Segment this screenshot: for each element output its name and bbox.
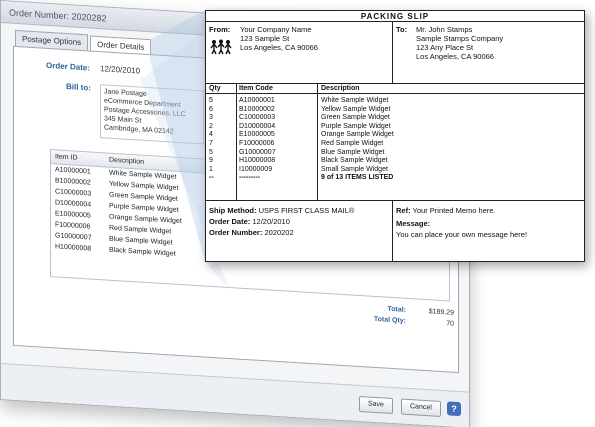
to-line: 123 Any Place St: [416, 43, 474, 52]
slip-code: B10000002: [239, 105, 275, 113]
slip-code: A10000001: [239, 97, 275, 104]
ref-label: Ref:: [396, 206, 411, 215]
ref-info: Ref: Your Printed Memo here. Message: Yo…: [396, 205, 527, 240]
order-totals: Total: $189.29 Total Qty: 70: [344, 303, 454, 334]
bill-to-address[interactable]: Jane Postage eCommerce Department Postag…: [100, 84, 204, 145]
slip-row: 5 G10000007 Blue Sample Widget: [206, 149, 584, 158]
slip-desc: Blue Sample Widget: [321, 148, 385, 156]
col-code: Item Code: [239, 85, 273, 92]
from-label: From:: [209, 25, 231, 34]
ref-value: Your Printed Memo here.: [412, 206, 496, 215]
col-desc: Description: [321, 85, 360, 92]
order-number-value: 2020202: [264, 228, 294, 237]
item-id: H10000008: [55, 243, 92, 253]
slip-code: G10000007: [239, 148, 276, 156]
help-icon[interactable]: ?: [447, 401, 461, 417]
order-date-value: 12/20/2010: [100, 64, 141, 76]
from-address: Your Company Name 123 Sample St Los Ange…: [240, 25, 318, 52]
to-line: Mr. John Stamps: [416, 25, 473, 34]
slip-row: 3 C10000003 Green Sample Widget: [206, 114, 584, 123]
slip-code: I10000009: [239, 165, 273, 173]
slip-summary-row: -- --------- 9 of 13 ITEMS LISTED: [206, 174, 584, 183]
header-item-id[interactable]: Item ID: [51, 153, 105, 163]
total-qty-value: 70: [446, 320, 454, 328]
order-number-label: Order Number:: [209, 228, 263, 237]
slip-items-header: Qty Item Code Description: [206, 84, 584, 94]
slip-from: From:: [209, 25, 230, 34]
slip-title: PACKING SLIP: [206, 11, 584, 22]
slip-qty: 7: [209, 139, 213, 147]
slip-desc: White Sample Widget: [321, 97, 389, 104]
from-line: 123 Sample St: [240, 34, 290, 43]
slip-code: ---------: [239, 174, 260, 182]
slip-qty: 6: [209, 105, 213, 113]
slip-row: 5 A10000001 White Sample Widget: [206, 97, 584, 106]
slip-desc: Small Sample Widget: [321, 165, 388, 173]
col-qty: Qty: [209, 85, 221, 92]
cancel-button[interactable]: Cancel: [401, 398, 441, 417]
slip-row: 6 B10000002 Yellow Sample Widget: [206, 106, 584, 115]
to-address: Mr. John Stamps Sample Stamps Company 12…: [416, 25, 503, 61]
bill-to-label: Bill to:: [66, 82, 91, 93]
save-button[interactable]: Save: [359, 395, 393, 415]
slip-row: 7 F10000006 Red Sample Widget: [206, 140, 584, 149]
slip-shipping-section: Ship Method: USPS FIRST CLASS MAIL® Orde…: [206, 201, 584, 262]
slip-qty: 4: [209, 131, 213, 139]
message-label: Message:: [396, 219, 431, 228]
slip-code: E10000005: [239, 131, 275, 139]
to-label: To:: [396, 25, 407, 34]
slip-desc: Red Sample Widget: [321, 139, 384, 147]
slip-code: H10000008: [239, 157, 276, 165]
slip-qty: 5: [209, 148, 213, 156]
company-logo-icon: [210, 39, 232, 55]
slip-code: F10000006: [239, 139, 275, 147]
slip-code: C10000003: [239, 114, 276, 122]
slip-row: 9 H10000008 Black Sample Widget: [206, 157, 584, 166]
slip-code: D10000004: [239, 122, 276, 130]
shipping-info: Ship Method: USPS FIRST CLASS MAIL® Orde…: [209, 205, 354, 238]
slip-row: 4 E10000005 Orange Sample Widget: [206, 131, 584, 140]
slip-qty: --: [209, 174, 214, 182]
slip-desc: 9 of 13 ITEMS LISTED: [321, 174, 394, 182]
slip-desc: Purple Sample Widget: [321, 122, 391, 130]
slip-row: 1 I10000009 Small Sample Widget: [206, 166, 584, 175]
shipping-divider: [392, 201, 393, 262]
slip-order-date-label: Order Date:: [209, 217, 251, 226]
slip-qty: 2: [209, 122, 213, 130]
ship-method-label: Ship Method:: [209, 206, 257, 215]
slip-qty: 3: [209, 114, 213, 122]
window-footer: Save Cancel ?: [1, 363, 469, 427]
slip-desc: Green Sample Widget: [321, 114, 390, 122]
from-line: Los Angeles, CA 90066: [240, 43, 318, 52]
packing-slip: PACKING SLIP From: Your Company Name 123…: [205, 10, 585, 262]
from-line: Your Company Name: [240, 25, 312, 34]
slip-qty: 5: [209, 97, 213, 104]
slip-items-body: 5 A10000001 White Sample Widget 6 B10000002…: [206, 97, 584, 183]
slip-qty: 9: [209, 157, 213, 165]
slip-desc: Black Sample Widget: [321, 157, 388, 165]
address-divider: [392, 22, 393, 83]
slip-items: Qty Item Code Description 5 A10000001 Whit…: [206, 84, 584, 201]
slip-row: 2 D10000004 Purple Sample Widget: [206, 123, 584, 132]
slip-address-section: From: Your Company Name 123 Sample St Lo…: [206, 22, 584, 84]
slip-order-date-value: 12/20/2010: [252, 217, 290, 226]
slip-desc: Yellow Sample Widget: [321, 105, 391, 113]
ship-method-value: USPS FIRST CLASS MAIL®: [258, 206, 355, 215]
message-value: You can place your own message here!: [396, 230, 528, 239]
slip-desc: Orange Sample Widget: [321, 131, 394, 139]
total-qty-label: Total Qty:: [373, 315, 406, 325]
total-label: Total:: [387, 305, 406, 314]
order-date-label: Order Date:: [46, 60, 91, 73]
to-line: Los Angeles, CA 90066: [416, 52, 494, 61]
total-value: $189.29: [428, 308, 454, 317]
to-line: Sample Stamps Company: [416, 34, 504, 43]
to-label-text: To:: [396, 25, 408, 34]
slip-qty: 1: [209, 165, 213, 173]
